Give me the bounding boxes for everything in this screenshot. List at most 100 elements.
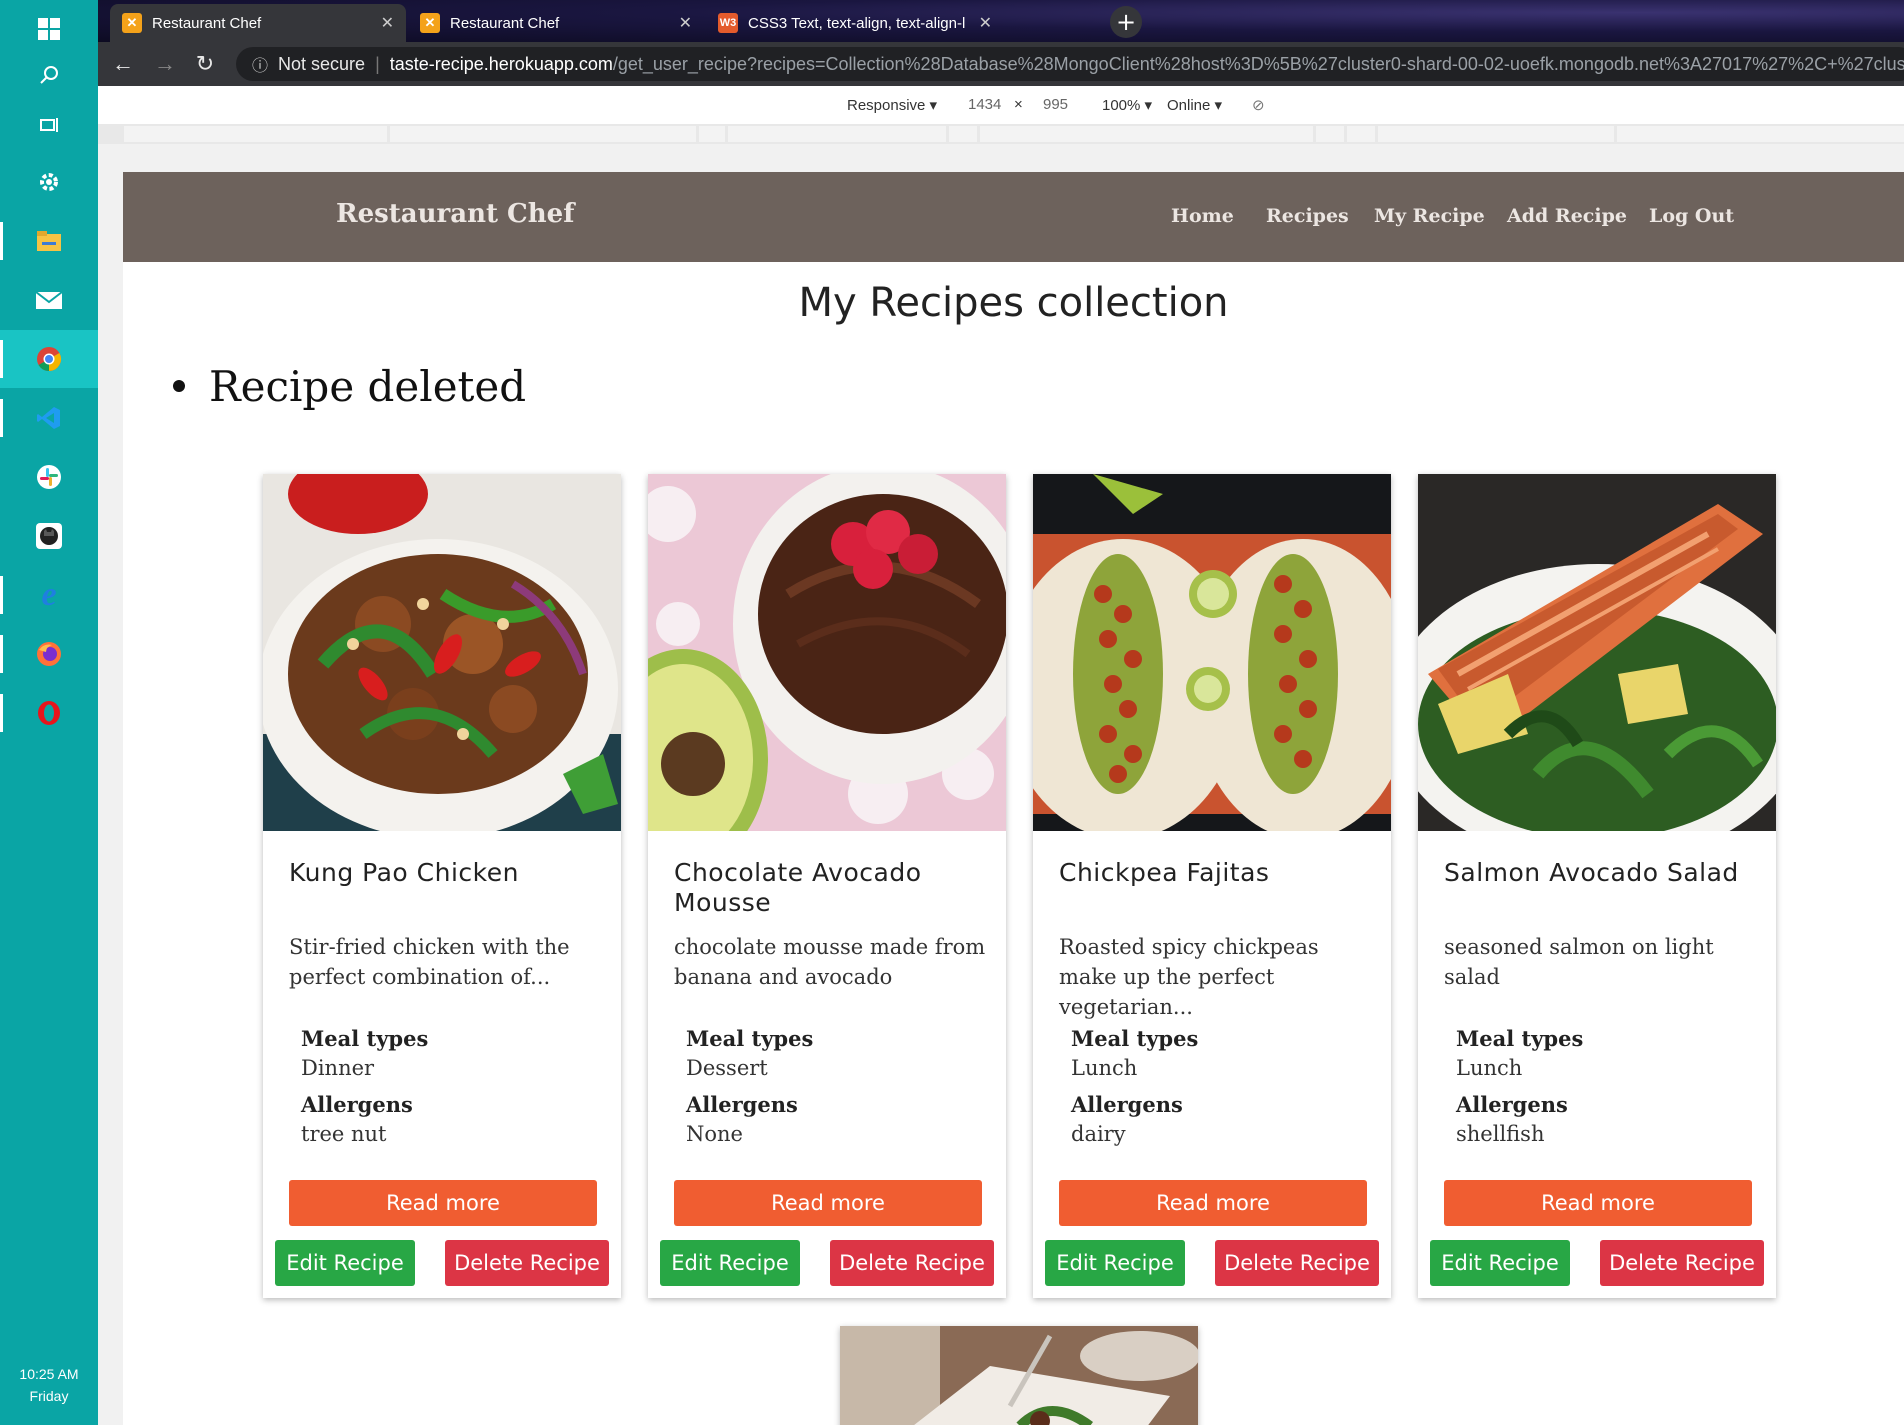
network-label: Online bbox=[1167, 97, 1211, 114]
meal-type-value: Dessert bbox=[686, 1056, 768, 1080]
recipe-image-salmon-avocado-salad[interactable] bbox=[1418, 474, 1776, 831]
delete-recipe-button[interactable]: Delete Recipe bbox=[830, 1240, 994, 1286]
w3schools-favicon-icon: W3 bbox=[718, 13, 738, 33]
browser-tab-2[interactable]: ✕ Restaurant Chef ✕ bbox=[408, 4, 704, 42]
nav-link-my-recipe[interactable]: My Recipe bbox=[1374, 205, 1485, 227]
recipe-image-partial[interactable] bbox=[840, 1326, 1198, 1425]
mail-icon[interactable] bbox=[0, 271, 98, 329]
site-navbar: Restaurant Chef Home Recipes My Recipe A… bbox=[123, 172, 1904, 262]
edit-recipe-button[interactable]: Edit Recipe bbox=[660, 1240, 800, 1286]
restaurant-chef-favicon-icon: ✕ bbox=[420, 13, 440, 33]
security-status: Not secure bbox=[278, 53, 366, 74]
recipe-description: chocolate mousse made from banana and av… bbox=[674, 935, 986, 989]
recipe-card: Kung Pao Chicken Stir-fried chicken with… bbox=[263, 474, 621, 1298]
recipe-description: Stir-fried chicken with the perfect comb… bbox=[289, 935, 570, 989]
site-brand-link[interactable]: Restaurant Chef bbox=[336, 199, 574, 229]
browser-tab-1[interactable]: ✕ Restaurant Chef ✕ bbox=[110, 4, 406, 42]
device-toolbar: Responsive ▾ 1434 × 995 100% ▾ Online ▾ … bbox=[98, 86, 1904, 125]
new-tab-button[interactable]: + bbox=[1110, 6, 1142, 38]
browser-tab-strip: ✕ Restaurant Chef ✕ ✕ Restaurant Chef ✕ … bbox=[98, 0, 1904, 42]
read-more-button[interactable]: Read more bbox=[289, 1180, 597, 1226]
delete-recipe-button[interactable]: Delete Recipe bbox=[1215, 1240, 1379, 1286]
reload-icon[interactable]: ↻ bbox=[190, 49, 220, 79]
firefox-icon[interactable] bbox=[0, 625, 98, 683]
browser-tab-3[interactable]: W3 CSS3 Text, text-align, text-align-l ✕ bbox=[706, 4, 1004, 42]
vscode-icon[interactable] bbox=[0, 389, 98, 447]
meal-types-label: Meal types bbox=[301, 1026, 429, 1051]
delete-recipe-button[interactable]: Delete Recipe bbox=[445, 1240, 609, 1286]
tab-title: Restaurant Chef bbox=[152, 14, 262, 32]
viewport-height-input[interactable]: 995 bbox=[1043, 96, 1068, 113]
chrome-icon[interactable] bbox=[0, 330, 98, 388]
opera-icon[interactable] bbox=[0, 684, 98, 742]
edge-icon[interactable]: e bbox=[0, 566, 98, 624]
network-throttle-select[interactable]: Online ▾ bbox=[1167, 96, 1222, 114]
meal-types-label: Meal types bbox=[1071, 1026, 1199, 1051]
slack-icon[interactable] bbox=[0, 448, 98, 506]
zoom-select[interactable]: 100% ▾ bbox=[1102, 96, 1152, 114]
nav-link-home[interactable]: Home bbox=[1171, 205, 1234, 227]
read-more-button[interactable]: Read more bbox=[1059, 1180, 1367, 1226]
allergens-label: Allergens bbox=[686, 1092, 798, 1117]
address-separator: | bbox=[375, 53, 380, 74]
tab-title: CSS3 Text, text-align, text-align-l bbox=[748, 14, 966, 32]
close-tab-icon[interactable]: ✕ bbox=[979, 13, 992, 33]
recipe-image-chickpea-fajitas[interactable] bbox=[1033, 474, 1391, 831]
restaurant-chef-favicon-icon: ✕ bbox=[122, 13, 142, 33]
device-select[interactable]: Responsive ▾ bbox=[847, 96, 937, 114]
back-arrow-icon[interactable]: ← bbox=[108, 49, 138, 79]
recipe-title: Chickpea Fajitas bbox=[1059, 858, 1270, 887]
delete-recipe-button[interactable]: Delete Recipe bbox=[1600, 1240, 1764, 1286]
dimension-times: × bbox=[1014, 96, 1023, 113]
close-tab-icon[interactable]: ✕ bbox=[679, 13, 692, 33]
recipe-image-chocolate-avocado-mousse[interactable] bbox=[648, 474, 1006, 831]
recipe-card-partial bbox=[840, 1326, 1198, 1425]
settings-gear-icon[interactable] bbox=[0, 153, 98, 211]
recipe-card: Chocolate Avocado Mousse chocolate mouss… bbox=[648, 474, 1006, 1298]
file-explorer-icon[interactable] bbox=[0, 212, 98, 270]
info-icon[interactable]: ⓘ bbox=[252, 52, 268, 76]
edit-recipe-button[interactable]: Edit Recipe bbox=[1045, 1240, 1185, 1286]
url-path: /get_user_recipe?recipes=Collection%28Da… bbox=[612, 53, 1904, 74]
address-bar[interactable]: ⓘ Not secure | taste-recipe.herokuapp.co… bbox=[236, 47, 1904, 81]
recipe-image-kung-pao-chicken[interactable] bbox=[263, 474, 621, 831]
read-more-button[interactable]: Read more bbox=[1444, 1180, 1752, 1226]
allergens-value: None bbox=[686, 1122, 743, 1146]
clock-time: 10:25 AM bbox=[19, 1366, 79, 1382]
nav-link-recipes[interactable]: Recipes bbox=[1266, 205, 1349, 227]
forward-arrow-icon[interactable]: → bbox=[150, 49, 180, 79]
rotate-icon[interactable]: ⊘ bbox=[1252, 96, 1265, 114]
tab-title: Restaurant Chef bbox=[450, 14, 560, 32]
nav-link-log-out[interactable]: Log Out bbox=[1649, 205, 1734, 227]
recipe-title: Salmon Avocado Salad bbox=[1444, 858, 1739, 887]
recipe-meta: Meal types Lunch Allergens shellfish bbox=[1456, 1026, 1583, 1158]
page-title: My Recipes collection bbox=[798, 280, 1229, 326]
edit-recipe-button[interactable]: Edit Recipe bbox=[1430, 1240, 1570, 1286]
viewport-width-input[interactable]: 1434 bbox=[968, 96, 1001, 113]
system-clock[interactable]: 10:25 AM Friday bbox=[0, 1363, 98, 1425]
recipe-meta: Meal types Dinner Allergens tree nut bbox=[301, 1026, 428, 1158]
media-query-ruler[interactable] bbox=[98, 124, 1904, 144]
close-tab-icon[interactable]: ✕ bbox=[381, 13, 394, 33]
recipe-description: seasoned salmon on light salad bbox=[1444, 935, 1714, 989]
recipe-card: Chickpea Fajitas Roasted spicy chickpeas… bbox=[1033, 474, 1391, 1298]
task-view-icon[interactable] bbox=[0, 96, 98, 154]
recipe-card: Salmon Avocado Salad seasoned salmon on … bbox=[1418, 474, 1776, 1298]
github-icon[interactable] bbox=[0, 507, 98, 565]
meal-type-value: Lunch bbox=[1071, 1056, 1138, 1080]
nav-link-add-recipe[interactable]: Add Recipe bbox=[1507, 205, 1627, 227]
flash-text: Recipe deleted bbox=[209, 362, 527, 411]
meal-types-label: Meal types bbox=[686, 1026, 814, 1051]
recipe-description: Roasted spicy chickpeas make up the perf… bbox=[1059, 935, 1319, 1019]
windows-taskbar: e 10:25 AM Friday bbox=[0, 0, 98, 1425]
bullet-icon bbox=[173, 380, 185, 392]
allergens-value: dairy bbox=[1071, 1122, 1126, 1146]
flash-message: Recipe deleted bbox=[173, 362, 526, 411]
allergens-label: Allergens bbox=[1071, 1092, 1183, 1117]
edit-recipe-button[interactable]: Edit Recipe bbox=[275, 1240, 415, 1286]
url-host: taste-recipe.herokuapp.com bbox=[389, 53, 613, 74]
meal-type-value: Dinner bbox=[301, 1056, 375, 1080]
allergens-value: shellfish bbox=[1456, 1122, 1545, 1146]
recipe-title: Chocolate Avocado Mousse bbox=[674, 858, 922, 917]
read-more-button[interactable]: Read more bbox=[674, 1180, 982, 1226]
